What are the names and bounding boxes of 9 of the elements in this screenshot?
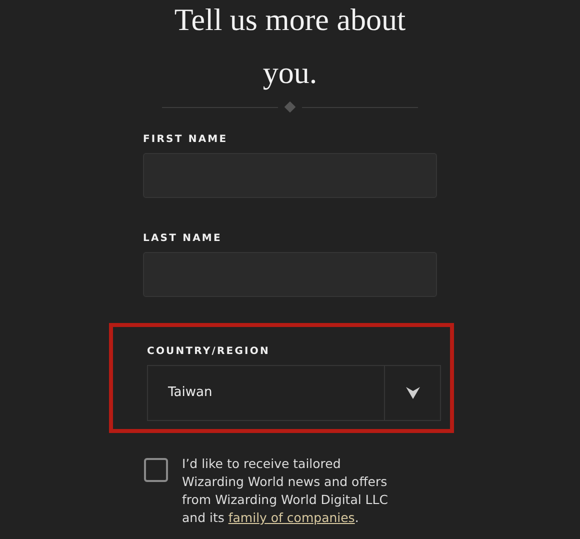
dropdown-arrow-icon bbox=[406, 386, 420, 400]
country-select[interactable]: Taiwan bbox=[147, 365, 441, 421]
page-heading: Tell us more about you. bbox=[173, 1, 407, 92]
field-label: LAST NAME bbox=[143, 232, 222, 246]
field-label: COUNTRY/REGION bbox=[147, 345, 270, 359]
consent-text: I’d like to receive tailored Wizarding World news and offers from Wizarding World Digital LLC and its family of companies. bbox=[182, 455, 388, 527]
checkbox[interactable] bbox=[144, 458, 168, 482]
family-link[interactable]: family of companies bbox=[228, 510, 355, 525]
field-label: FIRST NAME bbox=[143, 133, 228, 147]
